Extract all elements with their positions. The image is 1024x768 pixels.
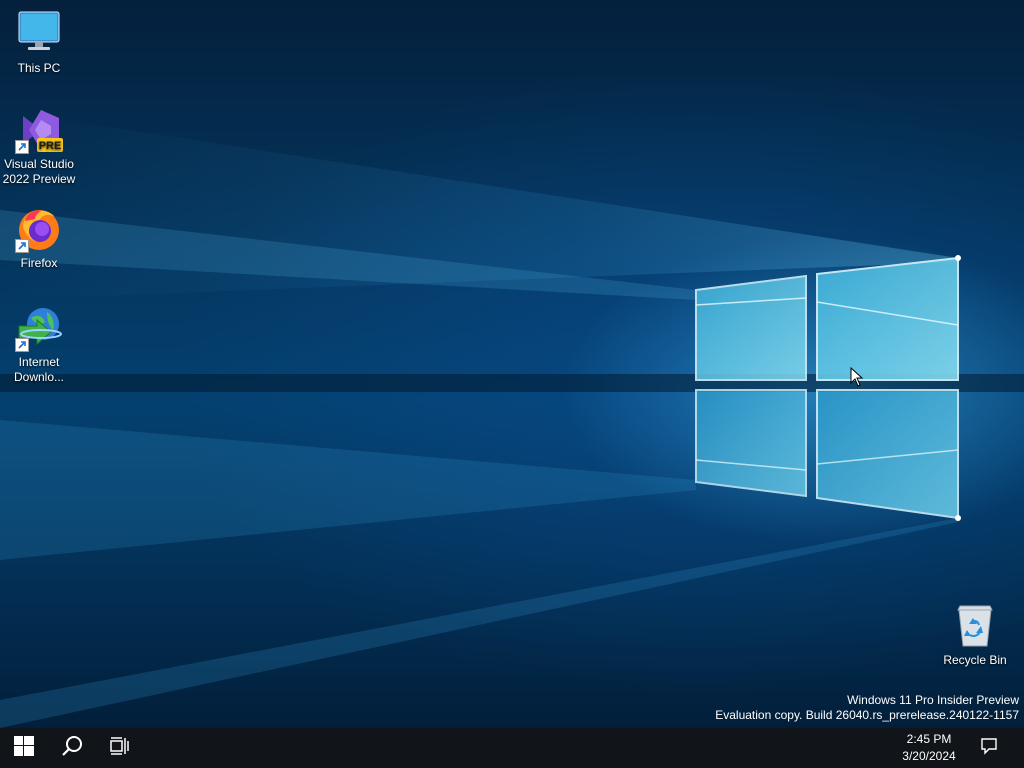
task-view-icon (110, 736, 130, 760)
watermark-edition: Windows 11 Pro Insider Preview (847, 693, 1019, 707)
shortcut-arrow-icon (15, 338, 29, 352)
desktop-icon-recycle-bin[interactable]: Recycle Bin (937, 602, 1013, 668)
clock-date: 3/20/2024 (902, 749, 956, 763)
desktop[interactable]: This PC PRE Visual Studio 2022 Preview F… (0, 0, 1024, 728)
desktop-icon-label: Internet Downlo... (13, 355, 65, 384)
mouse-pointer-icon (850, 366, 864, 392)
desktop-icon-label: Visual Studio 2022 Preview (2, 157, 76, 186)
taskbar: 2:45 PM 3/20/2024 (0, 728, 1024, 768)
desktop-icon-label: This PC (17, 61, 61, 75)
windows-logo-icon (14, 735, 34, 761)
wallpaper (0, 110, 1024, 728)
monitor-icon (15, 10, 63, 58)
action-center-button[interactable] (974, 728, 1004, 768)
desktop-icon-label: Recycle Bin (943, 653, 1007, 667)
pre-badge: PRE (39, 140, 62, 152)
desktop-icon-this-pc[interactable]: This PC (1, 10, 77, 76)
evaluation-watermark: Windows 11 Pro Insider Preview Evaluatio… (715, 693, 1019, 723)
visual-studio-preview-icon: PRE (15, 106, 63, 154)
search-icon (61, 735, 83, 762)
task-view-button[interactable] (96, 728, 144, 768)
watermark-build: Evaluation copy. Build 26040.rs_prerelea… (715, 708, 1019, 722)
shortcut-arrow-icon (15, 239, 29, 253)
desktop-icon-label: Firefox (20, 256, 58, 270)
search-button[interactable] (48, 728, 96, 768)
firefox-icon (15, 205, 63, 253)
taskbar-clock[interactable]: 2:45 PM 3/20/2024 (894, 728, 964, 768)
clock-time: 2:45 PM (906, 732, 952, 746)
start-button[interactable] (0, 728, 48, 768)
desktop-icon-firefox[interactable]: Firefox (1, 205, 77, 271)
internet-download-manager-icon (15, 304, 63, 352)
action-center-icon (980, 737, 998, 760)
desktop-icon-visual-studio[interactable]: PRE Visual Studio 2022 Preview (1, 106, 77, 187)
recycle-bin-icon (951, 602, 999, 650)
desktop-icon-internet-download-manager[interactable]: Internet Downlo... (1, 304, 77, 385)
shortcut-arrow-icon (15, 140, 29, 154)
